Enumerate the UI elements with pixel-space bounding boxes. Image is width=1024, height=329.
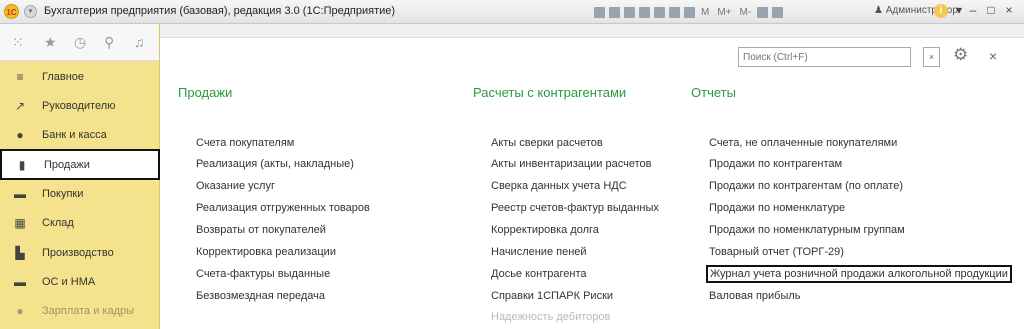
print-icon[interactable] — [609, 6, 620, 18]
coin-icon: ● — [16, 127, 24, 142]
link-unpaid-invoices[interactable]: Счета, не оплаченные покупателями — [709, 137, 897, 149]
cart-icon: ▬ — [14, 186, 26, 201]
main-menu-icon[interactable]: ▾ — [24, 5, 37, 18]
sidebar-toolbar: ⁙ ★ ◷ ⚲ ♫ — [0, 24, 159, 61]
sidebar-item-label: Продажи — [44, 158, 90, 171]
person-icon: ● — [16, 303, 24, 318]
app-logo-icon[interactable]: 1С — [4, 4, 19, 19]
link-counterparty-dossier[interactable]: Досье контрагента — [491, 268, 587, 280]
memory-plus-button[interactable]: M+ — [717, 7, 731, 18]
toolbar-icons: M M+ M- — [594, 5, 784, 19]
link-torg29-report[interactable]: Товарный отчет (ТОРГ-29) — [709, 246, 844, 258]
bell-icon[interactable]: ♫ — [134, 34, 145, 50]
sidebar-item-sales[interactable]: ▮ Продажи — [0, 149, 160, 180]
sidebar-item-label: Склад — [42, 216, 74, 229]
sidebar-item-bank[interactable]: ● Банк и касса — [0, 120, 160, 149]
sidebar-item-payroll[interactable]: ● Зарплата и кадры — [0, 296, 160, 325]
calculator-icon[interactable] — [684, 6, 695, 18]
dropdown-icon[interactable]: ▾ — [952, 3, 966, 17]
copy-icon[interactable] — [654, 6, 665, 18]
link-sales-by-item-group[interactable]: Продажи по номенклатурным группам — [709, 224, 905, 236]
search-input[interactable] — [738, 47, 911, 67]
sidebar-item-label: Банк и касса — [42, 128, 107, 141]
memory-button[interactable]: M — [701, 7, 709, 18]
section-heading-settlements: Расчеты с контрагентами — [473, 85, 627, 100]
search-icon[interactable]: ⚲ — [104, 34, 114, 51]
preview-icon[interactable] — [624, 6, 635, 18]
zoom-icon[interactable] — [757, 6, 769, 18]
link-debt-adjustment[interactable]: Корректировка долга — [491, 224, 599, 236]
bag-icon: ▮ — [18, 157, 26, 172]
link-shipped-goods-sales[interactable]: Реализация отгруженных товаров — [196, 202, 370, 214]
sidebar-item-purchases[interactable]: ▬ Покупки — [0, 179, 160, 208]
link-debtor-reliability[interactable]: Надежность дебиторов — [491, 311, 610, 323]
link-spark-risks[interactable]: Справки 1СПАРК Риски — [491, 290, 613, 302]
maximize-button[interactable]: □ — [984, 3, 998, 17]
trend-icon: ↗ — [14, 98, 26, 113]
section-heading-reports: Отчеты — [691, 85, 736, 100]
sidebar-item-label: Покупки — [42, 187, 84, 200]
panel-header-strip — [160, 24, 1024, 38]
link-sales-by-counterparty[interactable]: Продажи по контрагентам — [709, 158, 842, 170]
sidebar-item-warehouse[interactable]: ▦ Склад — [0, 208, 160, 237]
gear-icon[interactable]: ⚙ — [953, 45, 968, 65]
window-title: Бухгалтерия предприятия (базовая), редак… — [44, 5, 396, 17]
link-free-transfer[interactable]: Безвозмездная передача — [196, 290, 325, 302]
link-reconciliation-acts[interactable]: Акты сверки расчетов — [491, 137, 603, 149]
sidebar-item-production[interactable]: ▙ Производство — [0, 238, 160, 267]
sidebar-item-label: ОС и НМА — [42, 275, 96, 288]
truck-icon: ▬ — [14, 274, 26, 289]
title-bar: 1С ▾ Бухгалтерия предприятия (базовая), … — [0, 0, 1024, 24]
apps-icon[interactable]: ⁙ — [12, 34, 24, 51]
section-heading-sales: Продажи — [178, 85, 233, 100]
clear-search-icon[interactable]: × — [923, 47, 940, 67]
link-penalties[interactable]: Начисление пеней — [491, 246, 587, 258]
close-window-button[interactable]: × — [1002, 3, 1016, 17]
link-sales-by-counterparty-payment[interactable]: Продажи по контрагентам (по оплате) — [709, 180, 903, 192]
sidebar-item-label: Руководителю — [42, 99, 116, 112]
link-services[interactable]: Оказание услуг — [196, 180, 275, 192]
link-invoice-register[interactable]: Реестр счетов-фактур выданных — [491, 202, 659, 214]
sidebar-item-assets[interactable]: ▬ ОС и НМА — [0, 267, 160, 296]
calendar-icon[interactable] — [669, 6, 680, 18]
link-gross-profit[interactable]: Валовая прибыль — [709, 290, 801, 302]
minimize-button[interactable]: – — [966, 3, 980, 17]
warehouse-icon: ▦ — [14, 215, 26, 230]
sidebar-item-management[interactable]: ↗ Руководителю — [0, 91, 160, 120]
attach-icon[interactable] — [639, 6, 650, 18]
save-icon[interactable] — [594, 6, 605, 18]
menu-icon: ≡ — [16, 69, 24, 84]
link-customer-returns[interactable]: Возвраты от покупателей — [196, 224, 326, 236]
link-sales-acts[interactable]: Реализация (акты, накладные) — [196, 158, 354, 170]
main-panel: × ⚙ × — [160, 24, 1024, 329]
history-icon[interactable]: ◷ — [74, 34, 86, 51]
link-issued-invoices[interactable]: Счета-фактуры выданные — [196, 268, 330, 280]
link-invoices-to-customers[interactable]: Счета покупателям — [196, 137, 294, 149]
sidebar-item-main[interactable]: ≡ Главное — [0, 62, 160, 91]
link-sales-adjustment[interactable]: Корректировка реализации — [196, 246, 336, 258]
factory-icon: ▙ — [15, 245, 25, 260]
sidebar: ⁙ ★ ◷ ⚲ ♫ ≡ Главное ↗ Руководителю ● Бан… — [0, 24, 160, 329]
star-icon[interactable]: ★ — [44, 34, 57, 51]
window-icon[interactable] — [772, 6, 784, 18]
link-inventory-acts[interactable]: Акты инвентаризации расчетов — [491, 158, 651, 170]
info-icon[interactable]: i — [934, 4, 948, 18]
link-vat-reconciliation[interactable]: Сверка данных учета НДС — [491, 180, 627, 192]
memory-minus-button[interactable]: M- — [740, 7, 752, 18]
user-icon: ♟ — [874, 5, 883, 16]
link-sales-by-item[interactable]: Продажи по номенклатуре — [709, 202, 845, 214]
link-alcohol-retail-journal[interactable]: Журнал учета розничной продажи алкогольн… — [706, 265, 1012, 283]
sidebar-item-label: Зарплата и кадры — [42, 304, 135, 317]
close-icon[interactable]: × — [989, 48, 997, 64]
sidebar-item-label: Производство — [42, 246, 114, 259]
sidebar-item-label: Главное — [42, 70, 85, 83]
